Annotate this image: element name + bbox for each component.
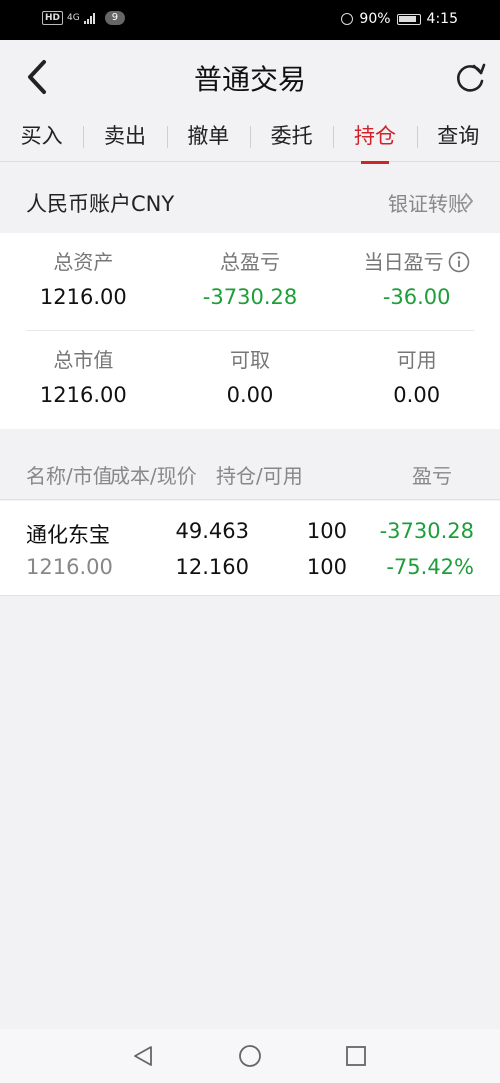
summary-row-1: 总资产 1216.00 总盈亏 -3730.28 当日盈亏 -36.00	[0, 247, 500, 309]
col-hold-avail: 持仓/可用	[216, 464, 303, 488]
total-pl-label: 总盈亏	[220, 250, 280, 274]
withdrawable: 可取 0.00	[167, 345, 334, 407]
total-pl: 总盈亏 -3730.28	[167, 247, 334, 309]
summary-divider	[26, 330, 474, 331]
account-name: 人民币账户CNY	[26, 192, 175, 216]
col-name-mv: 名称/市值	[26, 464, 113, 488]
summary-row-2: 总市值 1216.00 可取 0.00 可用 0.00	[0, 345, 500, 407]
stock-holding: 100	[306, 519, 347, 543]
tab-cancel[interactable]: 撤单	[166, 114, 250, 161]
app-header: 普通交易	[0, 40, 500, 114]
col-cost-price: 成本/现价	[110, 464, 197, 488]
network-label: 4G	[67, 13, 80, 23]
signal-icon	[83, 12, 95, 24]
info-icon[interactable]	[448, 251, 470, 273]
tab-sell[interactable]: 卖出	[83, 114, 166, 161]
stock-pl: -3730.28	[379, 519, 474, 543]
stock-cost: 49.463	[175, 519, 249, 543]
daily-pl-label-wrap: 当日盈亏	[333, 247, 500, 277]
refresh-icon[interactable]	[454, 60, 488, 94]
daily-pl-value: -36.00	[382, 285, 451, 309]
total-assets-label: 总资产	[53, 250, 114, 274]
total-assets: 总资产 1216.00	[0, 247, 167, 309]
market-value-value: 1216.00	[39, 383, 127, 407]
status-bar: HD 4G 9 90% 4:15	[0, 0, 500, 40]
hd-icon: HD	[42, 11, 64, 25]
tab-query[interactable]: 查询	[416, 114, 500, 161]
market-value-label: 总市值	[53, 348, 114, 372]
tab-buy[interactable]: 买入	[0, 114, 83, 161]
page-title: 普通交易	[193, 63, 306, 96]
positions-header: 名称/市值 成本/现价 持仓/可用 盈亏	[0, 440, 500, 500]
stock-available: 100	[306, 555, 347, 579]
total-pl-value: -3730.28	[202, 285, 298, 309]
total-assets-value: 1216.00	[39, 285, 127, 309]
available-value: 0.00	[393, 383, 441, 407]
daily-pl-label: 当日盈亏	[363, 250, 444, 274]
stock-price: 12.160	[175, 555, 249, 579]
tab-bar: 买入 卖出 撤单 委托 持仓 查询	[0, 114, 500, 164]
account-row: 人民币账户CNY 银证转账	[0, 170, 500, 232]
nav-recents-icon[interactable]	[344, 1044, 368, 1068]
withdrawable-label: 可取	[230, 348, 270, 372]
status-right: 90% 4:15	[341, 11, 458, 27]
nav-home-icon[interactable]	[238, 1044, 262, 1068]
battery-icon	[396, 13, 421, 25]
stock-pl-percent: -75.42%	[386, 555, 474, 579]
chevron-right-icon[interactable]	[464, 192, 474, 210]
available-label: 可用	[396, 348, 437, 372]
withdrawable-value: 0.00	[226, 383, 274, 407]
col-pl: 盈亏	[412, 464, 452, 488]
asset-summary: 总资产 1216.00 总盈亏 -3730.28 当日盈亏 -36.00 总市值…	[0, 233, 500, 429]
market-value: 总市值 1216.00	[0, 345, 167, 407]
stock-market-value: 1216.00	[26, 555, 113, 579]
notification-badge: 9	[104, 11, 126, 25]
tab-positions[interactable]: 持仓	[333, 114, 416, 164]
system-nav-bar	[0, 1029, 500, 1083]
stock-name: 通化东宝	[26, 523, 110, 547]
nav-back-icon[interactable]	[131, 1044, 155, 1068]
position-row[interactable]: 通化东宝 1216.00 49.463 12.160 100 100 -3730…	[0, 501, 500, 596]
clock: 4:15	[426, 11, 458, 27]
status-left: HD 4G 9	[42, 11, 126, 25]
bank-transfer-link[interactable]: 银证转账	[388, 188, 468, 217]
tab-orders[interactable]: 委托	[249, 114, 333, 161]
daily-pl: 当日盈亏 -36.00	[333, 247, 500, 309]
available: 可用 0.00	[333, 345, 500, 407]
battery-percent: 90%	[359, 11, 391, 27]
alarm-icon	[341, 13, 354, 25]
